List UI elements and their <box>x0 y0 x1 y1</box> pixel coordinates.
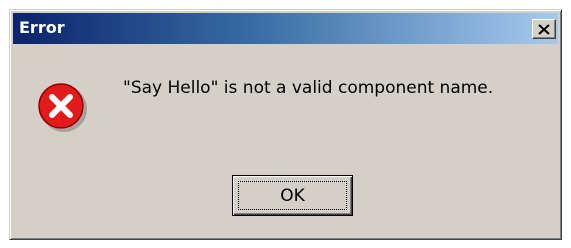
error-icon <box>38 83 87 132</box>
ok-button-label: OK <box>238 181 347 210</box>
error-message: "Say Hello" is not a valid component nam… <box>123 78 494 98</box>
ok-button[interactable]: OK <box>232 175 353 216</box>
close-icon <box>538 23 550 35</box>
error-dialog: Error "Say Hello" is not a valid compone… <box>9 9 562 240</box>
window-title: Error <box>19 18 65 37</box>
close-button[interactable] <box>532 19 556 39</box>
title-bar[interactable]: Error <box>13 13 558 44</box>
